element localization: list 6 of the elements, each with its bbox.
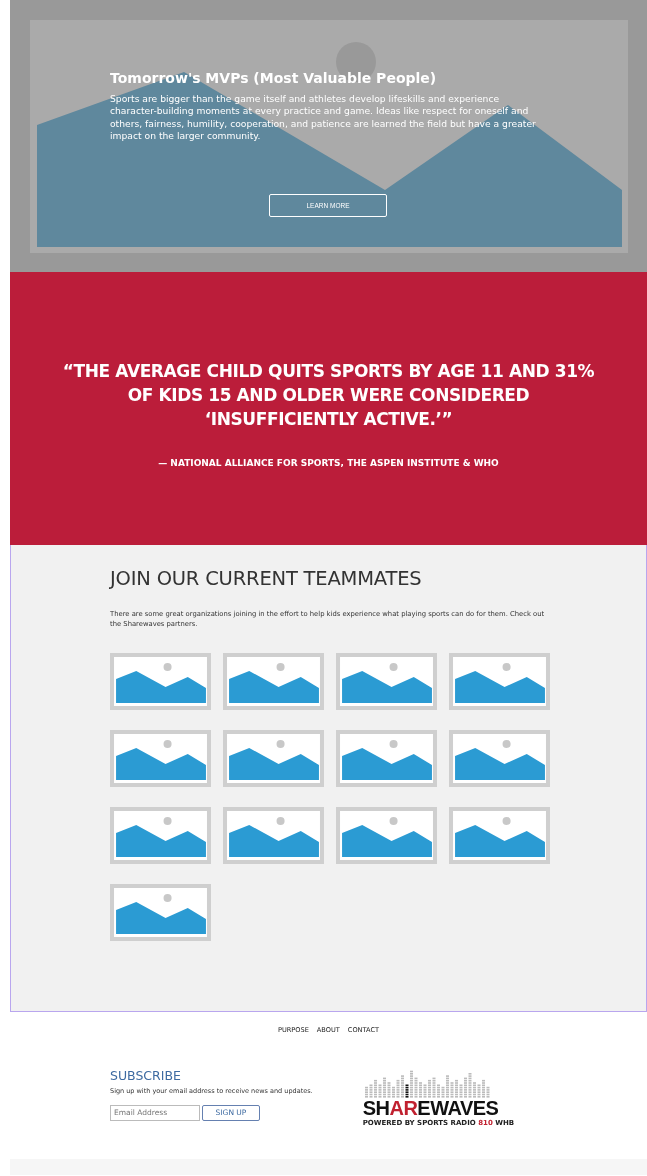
logo-wordmark: SHAREWAVES [362, 1097, 500, 1118]
quote-text: “THE AVERAGE CHILD QUITS SPORTS BY AGE 11 AND 31% OF KIDS 15 AND OLDER WERE CONSIDERED ‘INSUFFICIENTLY ACTIVE.’” [61, 360, 596, 431]
quote-source: — NATIONAL ALLIANCE FOR SPORTS, THE ASPEN INSTITUTE & WHO [157, 457, 500, 471]
subscribe-title: SUBSCRIBE [110, 1067, 182, 1083]
section-title: JOIN OUR CURRENT TEAMMATES [110, 567, 423, 591]
sound-bars-icon [362, 1069, 493, 1098]
